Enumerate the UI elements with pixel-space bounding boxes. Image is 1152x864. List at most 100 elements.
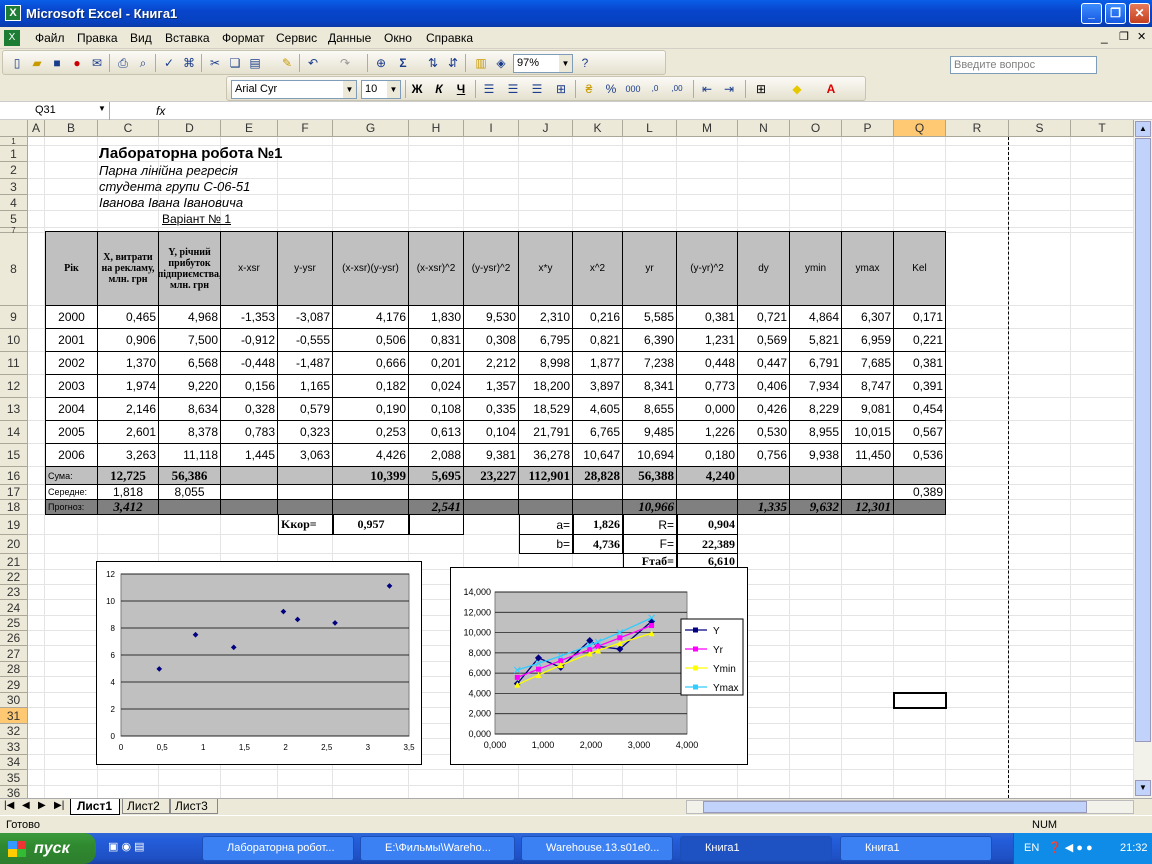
column-header[interactable]: S bbox=[1009, 120, 1071, 137]
table-cell[interactable]: 9,938 bbox=[790, 444, 842, 467]
row-header[interactable]: 12 bbox=[0, 375, 28, 398]
merge-center-icon[interactable]: ⊞ bbox=[553, 81, 569, 97]
table-cell[interactable]: 0,821 bbox=[573, 329, 623, 352]
table-cell[interactable]: 8,229 bbox=[790, 398, 842, 421]
table-cell[interactable]: 9,220 bbox=[159, 375, 221, 398]
summary-cell[interactable] bbox=[677, 485, 738, 500]
permission-icon[interactable]: ● bbox=[69, 55, 85, 71]
row-header[interactable]: 4 bbox=[0, 195, 28, 211]
summary-cell[interactable] bbox=[519, 485, 573, 500]
table-cell[interactable]: 0,171 bbox=[894, 306, 946, 329]
table-cell[interactable]: 2001 bbox=[45, 329, 98, 352]
underline-button[interactable]: Ч bbox=[453, 81, 469, 97]
row-header[interactable]: 18 bbox=[0, 500, 28, 515]
table-cell[interactable]: 8,655 bbox=[623, 398, 677, 421]
table-header-cell[interactable]: (y-yr)^2 bbox=[677, 231, 738, 306]
table-cell[interactable]: 0,253 bbox=[333, 421, 409, 444]
font-color-icon[interactable]: A bbox=[823, 81, 839, 97]
align-right-icon[interactable]: ☰ bbox=[529, 81, 545, 97]
row-header[interactable]: 1 bbox=[0, 137, 28, 146]
table-cell[interactable]: 2003 bbox=[45, 375, 98, 398]
table-header-cell[interactable]: (x-xsr)(y-ysr) bbox=[333, 231, 409, 306]
table-cell[interactable]: 2000 bbox=[45, 306, 98, 329]
row-header[interactable]: 15 bbox=[0, 444, 28, 467]
menu-file[interactable]: Файл bbox=[35, 31, 65, 45]
prev-sheet-icon[interactable]: ◀ bbox=[22, 800, 30, 811]
table-cell[interactable]: 7,500 bbox=[159, 329, 221, 352]
decrease-indent-icon[interactable]: ⇤ bbox=[699, 81, 715, 97]
column-header[interactable]: P bbox=[842, 120, 894, 137]
tray-icons[interactable]: ❓ ◀ ● ● bbox=[1048, 841, 1093, 854]
table-cell[interactable]: 6,765 bbox=[573, 421, 623, 444]
line-chart[interactable]: 0,000 2,000 4,000 6,000 8,000 10,000 12,000 14,… bbox=[450, 567, 748, 765]
column-header[interactable]: A bbox=[28, 120, 45, 137]
scatter-chart[interactable]: 0 2 4 6 8 10 12 0 0,5 1 1,5 2 2,5 3 3,5 bbox=[96, 561, 422, 765]
row-header[interactable]: 16 bbox=[0, 467, 28, 485]
drawing-icon[interactable]: ◈ bbox=[493, 55, 509, 71]
column-header[interactable]: N bbox=[738, 120, 790, 137]
summary-cell[interactable]: 0,389 bbox=[894, 485, 946, 500]
table-cell[interactable]: 2,212 bbox=[464, 352, 519, 375]
table-cell[interactable]: 2006 bbox=[45, 444, 98, 467]
row-header[interactable]: 26 bbox=[0, 631, 28, 646]
menu-data[interactable]: Данные bbox=[328, 31, 371, 45]
summary-cell[interactable]: 1,818 bbox=[98, 485, 159, 500]
table-header-cell[interactable]: (y-ysr)^2 bbox=[464, 231, 519, 306]
table-cell[interactable]: 0,104 bbox=[464, 421, 519, 444]
new-icon[interactable]: ▯ bbox=[9, 55, 25, 71]
align-center-icon[interactable]: ☰ bbox=[505, 81, 521, 97]
summary-cell[interactable] bbox=[409, 485, 464, 500]
table-cell[interactable]: 8,747 bbox=[842, 375, 894, 398]
worksheet-grid[interactable]: A B C D E F G H I J K L M N O P Q R S T 1 1 2 3 4 5 7 8 9 10 11 12 13 14 1… bbox=[0, 120, 1134, 798]
menu-view[interactable]: Вид bbox=[130, 31, 152, 45]
table-cell[interactable]: 0,906 bbox=[98, 329, 159, 352]
table-cell[interactable]: 2005 bbox=[45, 421, 98, 444]
summary-cell[interactable] bbox=[894, 500, 946, 515]
table-cell[interactable]: 18,200 bbox=[519, 375, 573, 398]
horizontal-scrollbar[interactable] bbox=[686, 800, 1134, 814]
summary-cell[interactable] bbox=[221, 500, 278, 515]
row-header[interactable]: 21 bbox=[0, 554, 28, 570]
table-cell[interactable]: 1,370 bbox=[98, 352, 159, 375]
table-cell[interactable]: -3,087 bbox=[278, 306, 333, 329]
table-cell[interactable]: 0,308 bbox=[464, 329, 519, 352]
row-header[interactable]: 29 bbox=[0, 677, 28, 693]
row-header[interactable]: 11 bbox=[0, 352, 28, 375]
table-cell[interactable]: 8,998 bbox=[519, 352, 573, 375]
table-cell[interactable]: 9,081 bbox=[842, 398, 894, 421]
table-cell[interactable]: 0,721 bbox=[738, 306, 790, 329]
summary-cell[interactable] bbox=[464, 485, 519, 500]
table-cell[interactable]: 0,448 bbox=[677, 352, 738, 375]
table-cell[interactable]: 6,390 bbox=[623, 329, 677, 352]
table-cell[interactable]: 7,238 bbox=[623, 352, 677, 375]
summary-cell[interactable]: 12,301 bbox=[842, 500, 894, 515]
row-header[interactable]: 32 bbox=[0, 724, 28, 739]
table-cell[interactable]: 1,357 bbox=[464, 375, 519, 398]
table-cell[interactable]: 1,830 bbox=[409, 306, 464, 329]
fx-icon[interactable]: fx bbox=[156, 104, 165, 118]
row-header[interactable]: 22 bbox=[0, 570, 28, 585]
spelling-icon[interactable]: ✓ bbox=[161, 55, 177, 71]
scroll-thumb[interactable] bbox=[1135, 138, 1151, 742]
comma-style-icon[interactable]: 000 bbox=[625, 81, 641, 97]
a-value[interactable]: 1,826 bbox=[573, 515, 623, 535]
column-header[interactable]: O bbox=[790, 120, 842, 137]
table-cell[interactable]: 0,569 bbox=[738, 329, 790, 352]
row-header[interactable]: 17 bbox=[0, 485, 28, 500]
task-word[interactable]: Лабораторна робот... bbox=[202, 836, 354, 861]
fill-color-icon[interactable]: ◆ bbox=[789, 81, 805, 97]
table-cell[interactable]: 36,278 bbox=[519, 444, 573, 467]
column-header[interactable]: K bbox=[573, 120, 623, 137]
table-cell[interactable]: 0,567 bbox=[894, 421, 946, 444]
table-cell[interactable]: 0,536 bbox=[894, 444, 946, 467]
help-icon[interactable]: ? bbox=[577, 55, 593, 71]
table-header-cell[interactable]: y-ysr bbox=[278, 231, 333, 306]
column-header[interactable]: B bbox=[45, 120, 98, 137]
table-cell[interactable]: 6,795 bbox=[519, 329, 573, 352]
menu-window[interactable]: Окно bbox=[384, 31, 412, 45]
align-left-icon[interactable]: ☰ bbox=[481, 81, 497, 97]
italic-button[interactable]: К bbox=[431, 81, 447, 97]
summary-cell[interactable] bbox=[333, 500, 409, 515]
menu-help[interactable]: Справка bbox=[426, 31, 473, 45]
minimize-button[interactable]: _ bbox=[1081, 3, 1102, 24]
